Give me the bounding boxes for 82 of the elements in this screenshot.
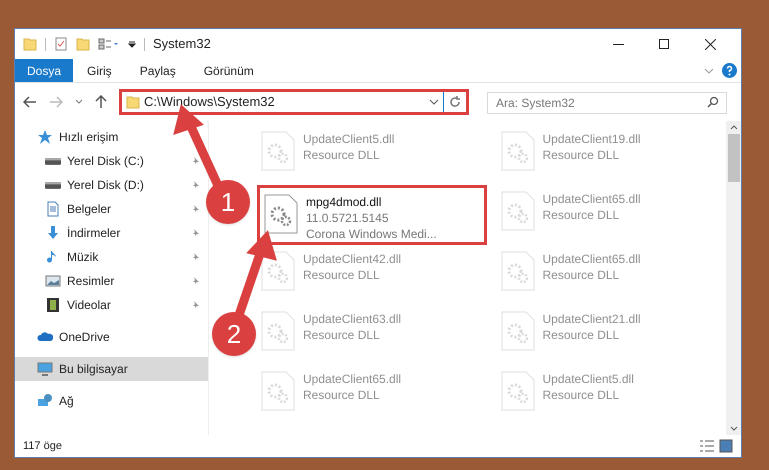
dll-file-icon: [500, 131, 534, 171]
back-arrow-icon[interactable]: [23, 96, 37, 108]
dll-file-icon: [261, 251, 295, 291]
dll-file-icon: [261, 311, 295, 351]
file-detail: Resource DLL: [542, 327, 620, 343]
sidebar-item[interactable]: Ağ: [15, 389, 208, 413]
folder-icon: [126, 95, 140, 109]
file-detail: Resource DLL: [542, 147, 620, 163]
scrollbar[interactable]: [726, 121, 741, 435]
file-detail: Resource DLL: [303, 387, 381, 403]
file-detail: Resource DLL: [303, 147, 381, 163]
file-detail: Resource DLL: [303, 267, 381, 283]
file-detail: Resource DLL: [542, 207, 620, 223]
dll-file-icon: [500, 191, 534, 231]
film-icon: [45, 297, 61, 313]
monitor-icon: [37, 361, 53, 377]
dll-file-icon: [261, 371, 295, 411]
item-count: 117 öge: [23, 438, 62, 454]
sidebar-item[interactable]: Belgeler: [15, 197, 208, 221]
ribbon-tab[interactable]: Dosya: [15, 59, 74, 82]
download-icon: [45, 225, 61, 241]
dll-file-icon: [261, 131, 295, 171]
drive-icon: [45, 158, 61, 164]
large-icons-view-icon[interactable]: [719, 439, 733, 453]
file-name: UpdateClient65.dll: [303, 371, 402, 387]
file-detail: 11.0.5721.5145: [306, 210, 390, 226]
help-icon[interactable]: [722, 63, 737, 78]
file-name: UpdateClient5.dll: [542, 371, 634, 387]
sidebar-item[interactable]: Yerel Disk (C:): [15, 149, 208, 173]
file-detail: Resource DLL: [303, 327, 381, 343]
close-icon: [704, 38, 716, 50]
search-icon[interactable]: [707, 96, 719, 108]
file-name: UpdateClient42.dll: [303, 251, 402, 267]
ribbon-tab[interactable]: Giriş: [73, 59, 126, 82]
scroll-down-icon[interactable]: [730, 426, 738, 431]
folder-icon: [23, 37, 37, 51]
document-icon: [45, 201, 61, 217]
chevron-down-icon[interactable]: [75, 99, 83, 105]
sidebar-item[interactable]: Resimler: [15, 269, 208, 293]
properties-icon[interactable]: [54, 37, 68, 51]
dropdown-icon[interactable]: [128, 40, 136, 48]
ribbon-tab[interactable]: Görünüm: [190, 59, 268, 82]
file-name: UpdateClient65.dll: [542, 251, 641, 267]
view-options-icon[interactable]: [98, 37, 120, 51]
details-view-icon[interactable]: [699, 439, 715, 453]
sidebar-item[interactable]: OneDrive: [15, 325, 208, 349]
address-field[interactable]: C:\Windows\System32: [119, 89, 469, 115]
star-icon: [37, 129, 53, 145]
sidebar-item[interactable]: Bu bilgisayar: [15, 357, 208, 381]
file-name: UpdateClient21.dll: [542, 311, 641, 327]
file-detail: Corona Windows Medi...: [306, 226, 437, 242]
refresh-icon[interactable]: [448, 95, 462, 109]
ribbon-tab[interactable]: Paylaş: [126, 59, 190, 82]
maximize-icon: [659, 39, 669, 49]
address-path: C:\Windows\System32: [144, 93, 275, 112]
chevron-down-icon[interactable]: [429, 99, 439, 105]
file-name: UpdateClient19.dll: [542, 131, 641, 147]
file-item[interactable]: mpg4dmod.dll 11.0.5721.5145 Corona Windows Medi...: [257, 185, 486, 245]
file-name: mpg4dmod.dll: [306, 194, 382, 210]
search-field[interactable]: Ara: System32: [487, 92, 727, 114]
window-title: System32: [153, 35, 211, 54]
file-detail: Resource DLL: [542, 267, 620, 283]
sidebar-item[interactable]: Yerel Disk (D:): [15, 173, 208, 197]
dll-file-icon: [500, 371, 534, 411]
scroll-up-icon[interactable]: [730, 125, 738, 130]
dll-file-icon: [500, 251, 534, 291]
network-icon: [37, 393, 53, 409]
file-name: UpdateClient5.dll: [303, 131, 394, 147]
up-arrow-icon[interactable]: [95, 95, 107, 109]
file-name: UpdateClient63.dll: [303, 311, 402, 327]
picture-icon: [45, 273, 61, 289]
scroll-thumb[interactable]: [728, 134, 740, 182]
file-detail: Resource DLL: [542, 387, 620, 403]
dll-file-icon: [500, 311, 534, 351]
new-folder-icon: [76, 37, 90, 51]
file-name: UpdateClient65.dll: [542, 191, 641, 207]
dll-file-icon: [264, 194, 298, 234]
sidebar-item[interactable]: Hızlı erişim: [15, 125, 208, 149]
sidebar-item[interactable]: Videolar: [15, 293, 208, 317]
drive-icon: [45, 182, 61, 188]
sidebar-item[interactable]: Müzik: [15, 245, 208, 269]
sidebar-item[interactable]: İndirmeler: [15, 221, 208, 245]
